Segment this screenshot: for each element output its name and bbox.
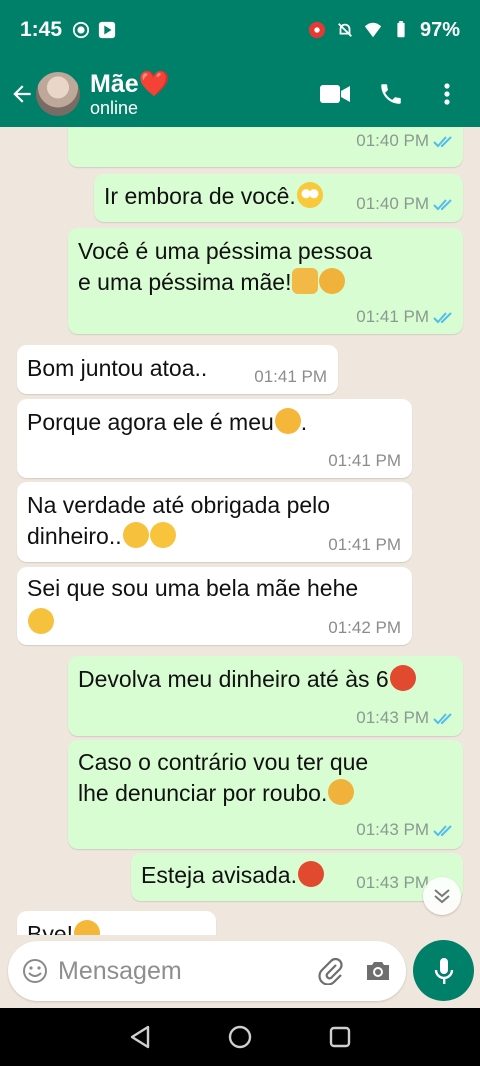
video-camera-icon xyxy=(320,84,350,103)
status-time: 1:45 xyxy=(20,18,63,41)
read-ticks-icon xyxy=(433,825,452,837)
message-bubble[interactable]: Porque agora ele é meu. 01:41 PM xyxy=(17,399,412,478)
message-bubble[interactable]: Na verdade até obrigada pelo dinheiro.. … xyxy=(17,482,412,562)
message-text-line: Na verdade até obrigada pelo xyxy=(27,492,331,518)
hand-over-mouth-icon xyxy=(28,608,54,634)
message-time: 01:43 PM xyxy=(356,873,429,892)
pouting-face-icon xyxy=(297,861,324,887)
nav-back-icon[interactable] xyxy=(128,1024,152,1050)
angry-face-icon xyxy=(319,268,346,294)
arrow-left-icon xyxy=(13,84,31,103)
cat-face-icon xyxy=(74,920,101,935)
read-ticks-icon xyxy=(433,199,452,211)
play-store-icon xyxy=(98,21,116,39)
message-time: 01:41 PM xyxy=(328,535,401,554)
message-text-line: Você é uma péssima pessoa xyxy=(78,238,373,264)
read-ticks-icon xyxy=(433,312,452,324)
battery-icon xyxy=(397,21,405,38)
message-time: 01:41 PM xyxy=(328,451,401,470)
phone-icon xyxy=(381,83,401,104)
chat-header: Mãe❤️ online xyxy=(0,60,480,127)
more-options-button[interactable] xyxy=(432,79,462,109)
message-time: 01:41 PM xyxy=(254,367,327,386)
microphone-icon xyxy=(434,957,453,984)
battery-level: 97% xyxy=(419,18,460,41)
nav-home-icon[interactable] xyxy=(227,1024,253,1050)
message-text: Porque agora ele é meu. xyxy=(27,408,308,435)
message-bubble[interactable]: Você é uma péssima pessoa e uma péssima … xyxy=(68,228,463,334)
message-bubble[interactable]: Devolva meu dinheiro até às 6 01:43 PM xyxy=(68,656,463,736)
message-text: Bye! xyxy=(27,919,101,935)
message-text: Bom juntou atoa.. xyxy=(27,355,208,381)
contact-name: Mãe❤️ xyxy=(90,69,170,98)
message-text: Devolva meu dinheiro até às 6 xyxy=(78,664,416,695)
attachment-icon[interactable] xyxy=(318,957,344,985)
contact-info[interactable]: Mãe❤️ online xyxy=(90,70,170,118)
mute-icon xyxy=(338,23,352,37)
message-time: 01:43 PM xyxy=(356,708,429,727)
system-navigation-bar xyxy=(0,1008,480,1066)
message-list[interactable]: 01:40 PM Ir embora de você. 01:40 PM Voc… xyxy=(0,127,480,935)
message-text: Sei que sou uma bela mãe hehe xyxy=(27,575,359,601)
message-bubble[interactable]: Ir embora de você. 01:40 PM xyxy=(94,174,463,222)
message-time: 01:41 PM xyxy=(356,307,429,326)
message-text: e uma péssima mãe! xyxy=(78,267,346,298)
emoji-icon[interactable] xyxy=(22,958,48,984)
message-bubble[interactable]: Bye! xyxy=(17,911,216,935)
face-with-rolling-eyes-icon xyxy=(296,182,323,208)
voice-call-button[interactable] xyxy=(376,79,406,109)
read-ticks-icon xyxy=(433,136,452,148)
message-bubble[interactable]: Sei que sou uma bela mãe hehe 01:42 PM xyxy=(17,567,412,645)
more-vertical-icon xyxy=(444,82,450,105)
double-chevron-down-icon xyxy=(434,889,450,904)
read-ticks-icon xyxy=(433,713,452,725)
status-bar: 1:45 97% xyxy=(0,0,480,60)
camera-icon[interactable] xyxy=(364,959,392,983)
contact-avatar[interactable] xyxy=(36,71,80,116)
record-icon xyxy=(72,21,90,39)
video-call-button[interactable] xyxy=(320,79,350,109)
message-composer xyxy=(8,941,406,1001)
face-blowing-kiss-icon xyxy=(149,522,176,548)
message-time: 01:42 PM xyxy=(328,618,401,637)
message-text: Ir embora de você. xyxy=(104,181,323,212)
contact-status: online xyxy=(90,97,139,118)
hotspot-icon xyxy=(308,21,326,39)
message-input[interactable] xyxy=(58,956,298,986)
message-time: 01:40 PM xyxy=(356,194,429,213)
message-text-line: Caso o contrário vou ter que xyxy=(78,749,369,775)
voice-message-button[interactable] xyxy=(413,940,474,1001)
message-text: dinheiro.. xyxy=(27,521,176,552)
pouting-face-icon xyxy=(389,665,416,691)
message-bubble[interactable]: Caso o contrário vou ter que lhe denunci… xyxy=(68,740,463,849)
hand-over-mouth-icon xyxy=(122,522,149,548)
message-text: lhe denunciar por roubo. xyxy=(78,778,355,809)
message-time: 01:43 PM xyxy=(356,820,429,839)
wifi-icon xyxy=(364,22,382,38)
message-text: Esteja avisada. xyxy=(141,860,324,891)
smiling-cat-heart-eyes-icon xyxy=(274,408,301,434)
nav-recents-icon[interactable] xyxy=(328,1025,352,1049)
message-bubble[interactable]: 01:40 PM xyxy=(68,127,463,167)
message-bubble[interactable]: Bom juntou atoa.. 01:41 PM xyxy=(17,345,338,394)
scroll-to-bottom-button[interactable] xyxy=(423,877,461,915)
message-time: 01:40 PM xyxy=(356,131,429,150)
message-bubble[interactable]: Esteja avisada. 01:43 PM xyxy=(131,853,463,901)
thumbs-up-icon xyxy=(292,268,319,294)
unamused-face-icon xyxy=(328,779,355,805)
